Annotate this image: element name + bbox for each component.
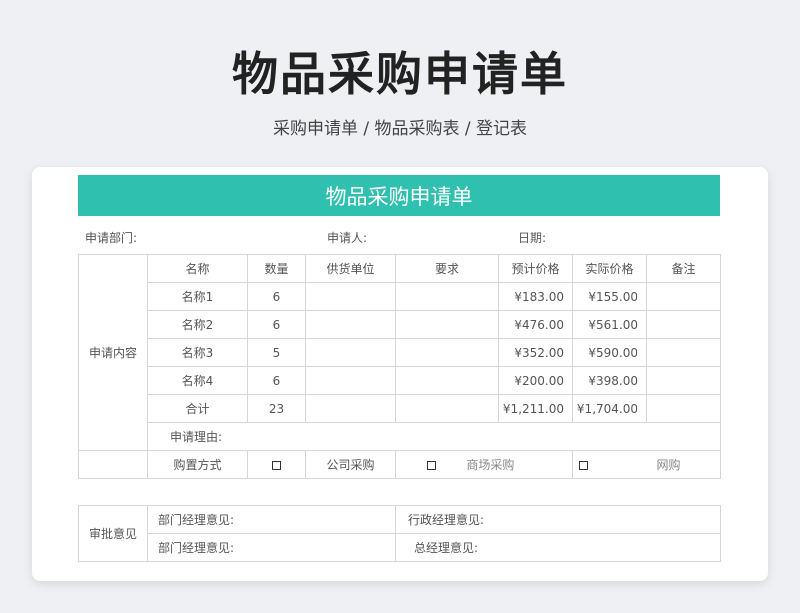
applicant-label: 申请人:	[327, 231, 368, 245]
page-title: 物品采购申请单	[232, 47, 568, 101]
cell-qty[interactable]: 6	[247, 366, 306, 395]
table-row: 名称4 6 ¥200.00 ¥398.00	[79, 366, 721, 395]
total-label: 合计	[147, 394, 248, 423]
dept-manager-opinion-1[interactable]: 部门经理意见:	[147, 505, 396, 534]
column-header: 备注	[646, 254, 721, 283]
checkbox-icon[interactable]	[272, 460, 281, 470]
cell-requirement	[395, 394, 499, 423]
option-online-cell: 网购	[572, 450, 721, 479]
cell-requirement[interactable]	[395, 338, 499, 367]
option-online: 网购	[656, 458, 681, 472]
option-mall: 商场采购	[466, 458, 515, 472]
approval-table: 审批意见 部门经理意见: 行政经理意见: 部门经理意见: 总经理意见:	[78, 505, 721, 562]
column-header: 供货单位	[305, 254, 396, 283]
cell-actual-price[interactable]: ¥561.00	[572, 310, 647, 339]
cell-requirement[interactable]	[395, 282, 499, 311]
reason-label: 申请理由:	[170, 430, 223, 444]
column-header: 预计价格	[498, 254, 573, 283]
cell-estimated-price[interactable]: ¥476.00	[498, 310, 573, 339]
total-actual-price: ¥1,704.00	[572, 394, 647, 423]
section-label-approval: 审批意见	[78, 505, 148, 562]
column-header: 数量	[247, 254, 306, 283]
section-label-request: 申请内容	[78, 254, 148, 451]
column-header: 名称	[147, 254, 248, 283]
column-header: 实际价格	[572, 254, 647, 283]
cell-qty[interactable]: 6	[247, 282, 306, 311]
cell-qty[interactable]: 6	[247, 310, 306, 339]
option-company: 公司采购	[305, 450, 396, 479]
cell-note[interactable]	[646, 310, 721, 339]
form-banner: 物品采购申请单	[78, 175, 720, 216]
cell-name[interactable]: 名称2	[147, 310, 248, 339]
reason-field[interactable]: 申请理由:	[147, 422, 721, 451]
reason-row: 申请理由:	[79, 422, 721, 451]
admin-manager-opinion[interactable]: 行政经理意见:	[395, 505, 721, 534]
cell-supplier[interactable]	[305, 310, 396, 339]
total-estimated-price: ¥1,211.00	[498, 394, 573, 423]
checkbox-mall[interactable]	[426, 460, 436, 470]
department-label: 申请部门:	[85, 231, 138, 245]
cell-note[interactable]	[646, 366, 721, 395]
general-manager-opinion[interactable]: 总经理意见:	[395, 533, 721, 562]
cell-requirement[interactable]	[395, 366, 499, 395]
cell-supplier[interactable]	[305, 338, 396, 367]
total-qty: 23	[247, 394, 306, 423]
total-row: 合计 23 ¥1,211.00 ¥1,704.00	[79, 394, 721, 423]
cell-name[interactable]: 名称1	[147, 282, 248, 311]
cell-note	[646, 394, 721, 423]
cell-supplier	[305, 394, 396, 423]
cell-supplier[interactable]	[305, 282, 396, 311]
cell-actual-price[interactable]: ¥590.00	[572, 338, 647, 367]
date-label: 日期:	[518, 231, 547, 245]
cell-estimated-price[interactable]: ¥200.00	[498, 366, 573, 395]
cell-estimated-price[interactable]: ¥352.00	[498, 338, 573, 367]
cell-note[interactable]	[646, 338, 721, 367]
cell-name[interactable]: 名称4	[147, 366, 248, 395]
cell-actual-price[interactable]: ¥155.00	[572, 282, 647, 311]
approval-row: 审批意见 部门经理意见: 行政经理意见:	[78, 505, 721, 562]
checkbox-online[interactable]	[579, 460, 588, 470]
table-header-row: 申请内容 名称 数量 供货单位 要求 预计价格 实际价格 备注	[78, 254, 721, 451]
cell-name[interactable]: 名称3	[147, 338, 248, 367]
request-table: 申请内容 名称 数量 供货单位 要求 预计价格 实际价格 备注 名称1 6 ¥1…	[78, 254, 721, 479]
cell-supplier[interactable]	[305, 366, 396, 395]
empty-cell	[78, 450, 148, 479]
form-card: 物品采购申请单 申请部门: 申请人: 日期: 申请内容 名称 数量 供货单位 要…	[32, 167, 768, 581]
cell-requirement[interactable]	[395, 310, 499, 339]
table-row: 名称1 6 ¥183.00 ¥155.00	[79, 282, 721, 311]
table-row: 名称3 5 ¥352.00 ¥590.00	[79, 338, 721, 367]
purchase-method-row: 购置方式 公司采购 商场采购 网购	[78, 450, 721, 479]
checkbox-company[interactable]	[247, 450, 306, 479]
table-row: 名称2 6 ¥476.00 ¥561.00	[79, 310, 721, 339]
page-subtitle: 采购申请单 / 物品采购表 / 登记表	[272, 119, 528, 139]
approval-row: 部门经理意见: 总经理意见:	[79, 533, 721, 562]
cell-actual-price[interactable]: ¥398.00	[572, 366, 647, 395]
dept-manager-opinion-2[interactable]: 部门经理意见:	[147, 533, 396, 562]
column-header: 要求	[395, 254, 499, 283]
cell-estimated-price[interactable]: ¥183.00	[498, 282, 573, 311]
purchase-method-label: 购置方式	[147, 450, 248, 479]
cell-note[interactable]	[646, 282, 721, 311]
cell-qty[interactable]: 5	[247, 338, 306, 367]
option-mall-cell: 商场采购	[395, 450, 573, 479]
